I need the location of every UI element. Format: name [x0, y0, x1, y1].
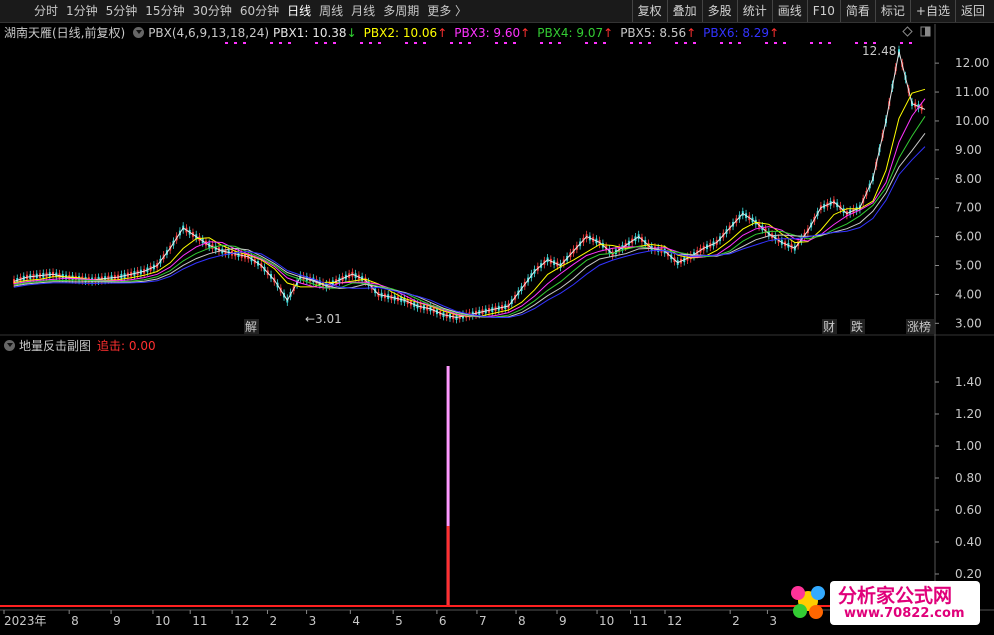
signal-dot: [810, 42, 813, 44]
ma-line-pbx5: [13, 132, 926, 318]
main-ytick-label: 10.00: [955, 114, 989, 128]
xtick-label: 10: [155, 614, 170, 628]
signal-dot: [324, 42, 327, 44]
signal-dot: [243, 42, 246, 44]
signal-dot: [594, 42, 597, 44]
main-ytick-label: 6.00: [955, 230, 982, 244]
event-tag: 财: [823, 320, 835, 334]
sub-ytick-label: 0.80: [955, 471, 982, 485]
signal-dot: [630, 42, 633, 44]
main-ytick-label: 3.00: [955, 316, 982, 330]
xtick-label: 3: [309, 614, 317, 628]
main-ytick-label: 8.00: [955, 172, 982, 186]
diamond-icon[interactable]: [902, 26, 913, 37]
xtick-label: 11: [633, 614, 648, 628]
signal-dot: [738, 42, 741, 44]
event-tag: 跌: [851, 319, 863, 334]
sub-ytick-label: 1.40: [955, 375, 982, 389]
signal-dot: [549, 42, 552, 44]
xtick-label: 4: [352, 614, 360, 628]
signal-dot: [369, 42, 372, 44]
signal-dot: [414, 42, 417, 44]
signal-dot: [279, 42, 282, 44]
xtick-label: 10: [599, 614, 614, 628]
signal-dot: [513, 42, 516, 44]
signal-dot: [288, 42, 291, 44]
signal-dot: [774, 42, 777, 44]
signal-dot: [315, 42, 318, 44]
signal-dot: [423, 42, 426, 44]
signal-dot: [225, 42, 228, 44]
event-tag: 解: [245, 320, 257, 334]
watermark-site: 分析家公式网: [838, 585, 953, 607]
signal-dot: [828, 42, 831, 44]
max-price-label: 12.48: [862, 44, 896, 58]
watermark-logo: 分析家公式网 www.70822.com: [786, 575, 986, 629]
signal-dot: [585, 42, 588, 44]
signal-dot: [603, 42, 606, 44]
signal-dot: [783, 42, 786, 44]
signal-dot: [495, 42, 498, 44]
xtick-label: 3: [769, 614, 777, 628]
sub-ytick-label: 0.40: [955, 535, 982, 549]
signal-dot: [234, 42, 237, 44]
xtick-label: 11: [192, 614, 207, 628]
main-ytick-label: 5.00: [955, 259, 982, 273]
main-ytick-label: 12.00: [955, 56, 989, 70]
ma-line-pbx2: [13, 88, 926, 318]
watermark-url: www.70822.com: [844, 606, 965, 621]
xtick-label: 12: [667, 614, 682, 628]
signal-dot: [909, 42, 912, 44]
signal-dot: [270, 42, 273, 44]
sub-ytick-label: 1.00: [955, 439, 982, 453]
signal-dot: [648, 42, 651, 44]
ma-line-pbx1: [13, 51, 926, 319]
signal-dot: [693, 42, 696, 44]
signal-dot: [855, 42, 858, 44]
xtick-label: 2023年: [4, 614, 47, 628]
ma-line-pbx6: [13, 146, 926, 318]
xtick-label: 6: [439, 614, 447, 628]
signal-dot: [675, 42, 678, 44]
signal-dot: [558, 42, 561, 44]
xtick-label: 12: [234, 614, 249, 628]
min-price-label: ←3.01: [305, 312, 342, 326]
xtick-label: 8: [71, 614, 79, 628]
xtick-label: 9: [559, 614, 567, 628]
sub-ytick-label: 0.60: [955, 503, 982, 517]
xtick-label: 2: [269, 614, 277, 628]
ma-line-pbx4: [13, 116, 926, 318]
signal-dot: [378, 42, 381, 44]
signal-dot: [459, 42, 462, 44]
sub-ytick-label: 1.20: [955, 407, 982, 421]
kline-chart[interactable]: 3.00 4.00 5.00 6.00 7.00 8.00 9.00 10.00 11.00 12…: [0, 0, 994, 635]
window-toggle-icon[interactable]: [920, 26, 931, 37]
signal-dot: [819, 42, 822, 44]
xtick-label: 9: [113, 614, 121, 628]
signal-dot: [405, 42, 408, 44]
signal-dot: [639, 42, 642, 44]
signal-dot: [684, 42, 687, 44]
ma-line-pbx3: [13, 98, 926, 318]
signal-dot: [540, 42, 543, 44]
signal-dot: [468, 42, 471, 44]
xtick-label: 2: [732, 614, 740, 628]
signal-dot: [900, 42, 903, 44]
main-ytick-label: 9.00: [955, 143, 982, 157]
signal-dot: [729, 42, 732, 44]
signal-dot: [333, 42, 336, 44]
main-ytick-label: 4.00: [955, 287, 982, 301]
event-tag: 涨榜: [907, 319, 931, 334]
signal-dot: [504, 42, 507, 44]
xtick-label: 8: [518, 614, 526, 628]
xtick-label: 7: [479, 614, 487, 628]
signal-dot: [450, 42, 453, 44]
xtick-label: 5: [395, 614, 403, 628]
sub-bar: [446, 526, 450, 606]
signal-dot: [765, 42, 768, 44]
signal-dot: [360, 42, 363, 44]
main-ytick-label: 11.00: [955, 85, 989, 99]
signal-dot: [720, 42, 723, 44]
main-ytick-label: 7.00: [955, 201, 982, 215]
